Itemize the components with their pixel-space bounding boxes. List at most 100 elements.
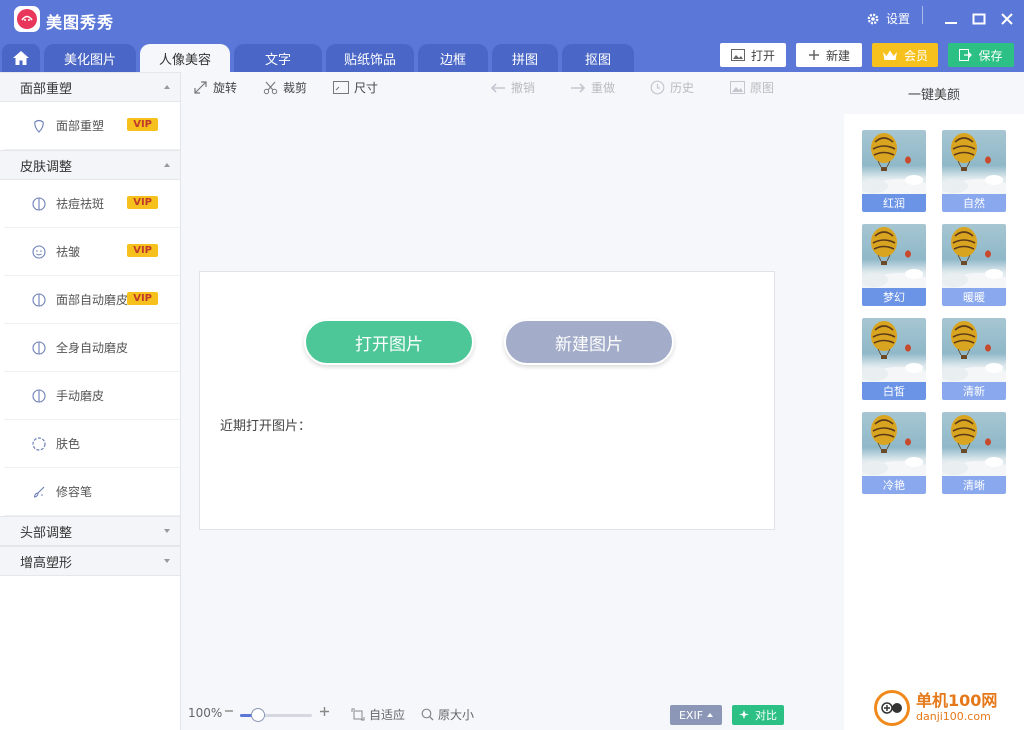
vip-badge: VIP xyxy=(127,244,158,257)
save-button[interactable]: 保存 xyxy=(948,43,1014,67)
tab-beautify[interactable]: 美化图片 xyxy=(44,44,136,72)
beauty-preset-thumb[interactable]: 冷艳 xyxy=(862,412,926,494)
undo-tool[interactable]: 撤销 xyxy=(490,79,535,96)
preset-label: 自然 xyxy=(942,194,1006,212)
zoom-slider-handle[interactable] xyxy=(251,708,265,722)
section-head-adjust[interactable]: 头部调整 xyxy=(0,516,180,546)
home-icon xyxy=(13,51,29,65)
tab-collage[interactable]: 拼图 xyxy=(492,44,558,72)
watermark-site-name: 单机100网 xyxy=(916,691,998,711)
balloon-thumbnail-image xyxy=(862,130,926,197)
vip-badge: VIP xyxy=(127,118,158,131)
export-icon xyxy=(959,49,973,61)
menu-item-acne-removal[interactable]: 祛痘祛斑 VIP xyxy=(4,180,180,228)
section-skin-adjust[interactable]: 皮肤调整 xyxy=(0,150,180,180)
face-outline-icon xyxy=(34,119,44,133)
menu-item-manual-smooth[interactable]: 手动磨皮 xyxy=(4,372,180,420)
rotate-tool[interactable]: 旋转 xyxy=(193,79,237,96)
arrow-left-icon xyxy=(490,82,505,93)
section-height-shape[interactable]: 增高塑形 xyxy=(0,546,180,576)
title-separator xyxy=(922,6,923,24)
tab-frames[interactable]: 边框 xyxy=(418,44,488,72)
minimize-button[interactable] xyxy=(940,8,962,30)
sparkle-icon xyxy=(739,710,749,719)
tab-bar: 美化图片 人像美容 文字 贴纸饰品 边框 拼图 抠图 打开 新建 会员 保存 xyxy=(0,40,1024,72)
tab-portrait[interactable]: 人像美容 xyxy=(140,44,230,72)
plus-icon xyxy=(808,50,819,60)
preset-label: 红润 xyxy=(862,194,926,212)
menu-item-face-reshape[interactable]: 面部重塑 VIP xyxy=(4,102,180,150)
menu-item-face-auto-smooth[interactable]: 面部自动磨皮 VIP xyxy=(4,276,180,324)
vip-badge: VIP xyxy=(127,196,158,209)
zoom-in-button[interactable] xyxy=(319,706,330,717)
caret-up-icon xyxy=(164,85,170,89)
close-button[interactable] xyxy=(996,8,1018,30)
minimize-icon xyxy=(945,22,957,24)
half-circle-icon xyxy=(32,292,46,307)
original-tool[interactable]: 原图 xyxy=(730,79,774,96)
beauty-preset-thumb[interactable]: 白皙 xyxy=(862,318,926,400)
open-image-button[interactable]: 打开图片 xyxy=(304,319,474,365)
menu-item-body-auto-smooth[interactable]: 全身自动磨皮 xyxy=(4,324,180,372)
beauty-preset-thumb[interactable]: 红润 xyxy=(862,130,926,212)
zoom-level: 100% xyxy=(188,706,223,720)
home-tab[interactable] xyxy=(2,44,40,72)
crown-icon xyxy=(882,50,897,60)
resize-icon xyxy=(333,81,349,94)
app-logo-icon xyxy=(14,6,40,32)
arrow-right-icon xyxy=(571,82,586,93)
size-tool[interactable]: 尺寸 xyxy=(333,79,378,96)
watermark-site-url: danji100.com xyxy=(916,709,991,723)
caret-down-icon xyxy=(164,529,170,533)
tab-stickers[interactable]: 贴纸饰品 xyxy=(326,44,414,72)
caret-up-icon xyxy=(164,163,170,167)
caret-up-icon xyxy=(707,713,714,717)
balloon-thumbnail-image xyxy=(862,318,926,385)
member-button[interactable]: 会员 xyxy=(872,43,938,67)
history-tool[interactable]: 历史 xyxy=(650,79,694,96)
new-button[interactable]: 新建 xyxy=(796,43,862,67)
app-title: 美图秀秀 xyxy=(46,13,115,32)
clock-icon xyxy=(650,80,665,95)
balloon-thumbnail-image xyxy=(942,224,1006,291)
balloon-thumbnail-image xyxy=(942,130,1006,197)
magnifier-icon xyxy=(421,708,434,721)
new-image-button[interactable]: 新建图片 xyxy=(504,319,674,365)
image-icon xyxy=(730,81,745,94)
balloon-thumbnail-image xyxy=(942,318,1006,385)
scissors-icon xyxy=(263,81,278,95)
section-face-reshape[interactable]: 面部重塑 xyxy=(0,72,180,102)
vip-badge: VIP xyxy=(127,292,158,305)
preset-label: 清新 xyxy=(942,382,1006,400)
beauty-preset-thumb[interactable]: 清晰 xyxy=(942,412,1006,494)
menu-item-contour-pen[interactable]: 修容笔 xyxy=(4,468,180,516)
exif-button[interactable]: EXIF xyxy=(670,705,722,725)
minus-icon xyxy=(225,710,233,712)
preset-label: 白皙 xyxy=(862,382,926,400)
tab-text[interactable]: 文字 xyxy=(234,44,322,72)
fit-button[interactable]: 自适应 xyxy=(351,706,405,723)
dashed-circle-icon xyxy=(32,436,46,451)
compare-button[interactable]: 对比 xyxy=(732,705,784,725)
preset-label: 暖暖 xyxy=(942,288,1006,306)
menu-item-skin-tone[interactable]: 肤色 xyxy=(4,420,180,468)
menu-item-wrinkle-removal[interactable]: 祛皱 VIP xyxy=(4,228,180,276)
beauty-preset-thumb[interactable]: 梦幻 xyxy=(862,224,926,306)
beauty-preset-thumb[interactable]: 自然 xyxy=(942,130,1006,212)
maximize-button[interactable] xyxy=(968,8,990,30)
crop-tool[interactable]: 裁剪 xyxy=(263,79,307,96)
original-size-button[interactable]: 原大小 xyxy=(421,706,474,723)
caret-down-icon xyxy=(164,559,170,563)
half-circle-icon xyxy=(32,388,46,403)
preset-label: 梦幻 xyxy=(862,288,926,306)
redo-tool[interactable]: 重做 xyxy=(570,79,615,96)
beauty-preset-thumb[interactable]: 清新 xyxy=(942,318,1006,400)
watermark-logo-icon xyxy=(874,690,910,726)
open-button[interactable]: 打开 xyxy=(720,43,786,67)
beauty-preset-thumb[interactable]: 暖暖 xyxy=(942,224,1006,306)
settings-button[interactable]: 设置 xyxy=(866,10,910,27)
gear-icon xyxy=(867,13,879,24)
tab-cutout[interactable]: 抠图 xyxy=(562,44,634,72)
balloon-thumbnail-image xyxy=(862,224,926,291)
zoom-out-button[interactable] xyxy=(224,706,234,716)
